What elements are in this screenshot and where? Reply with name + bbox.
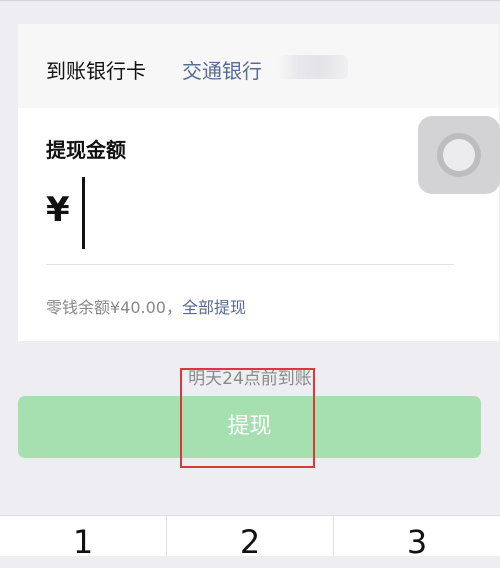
keypad-key-3[interactable]: 3 bbox=[334, 516, 500, 561]
balance-row: 零钱余额¥40.00，全部提现 bbox=[46, 294, 246, 318]
assistive-touch-button[interactable] bbox=[418, 116, 500, 194]
currency-symbol: ¥ bbox=[46, 190, 70, 230]
balance-text: 零钱余额¥40.00， bbox=[46, 298, 182, 317]
withdraw-amount-label: 提现金额 bbox=[46, 138, 126, 162]
top-divider bbox=[0, 0, 500, 1]
amount-input[interactable] bbox=[88, 184, 452, 246]
assistive-touch-dot-icon bbox=[443, 139, 475, 171]
keypad-key-1[interactable]: 1 bbox=[0, 516, 166, 561]
withdraw-all-link[interactable]: 全部提现 bbox=[182, 298, 246, 317]
numeric-keypad: 1 2 3 bbox=[0, 515, 500, 561]
assistive-touch-ring-icon bbox=[437, 133, 481, 177]
bank-card-row[interactable]: 到账银行卡 交通银行 bbox=[18, 24, 499, 108]
amount-divider bbox=[46, 264, 454, 265]
bank-card-number-redacted bbox=[278, 55, 348, 79]
keypad-key-2[interactable]: 2 bbox=[167, 516, 333, 561]
text-cursor bbox=[82, 177, 85, 249]
annotation-highlight-box bbox=[180, 368, 315, 468]
bank-card-label: 到账银行卡 bbox=[46, 59, 146, 83]
bank-name[interactable]: 交通银行 bbox=[182, 55, 262, 84]
